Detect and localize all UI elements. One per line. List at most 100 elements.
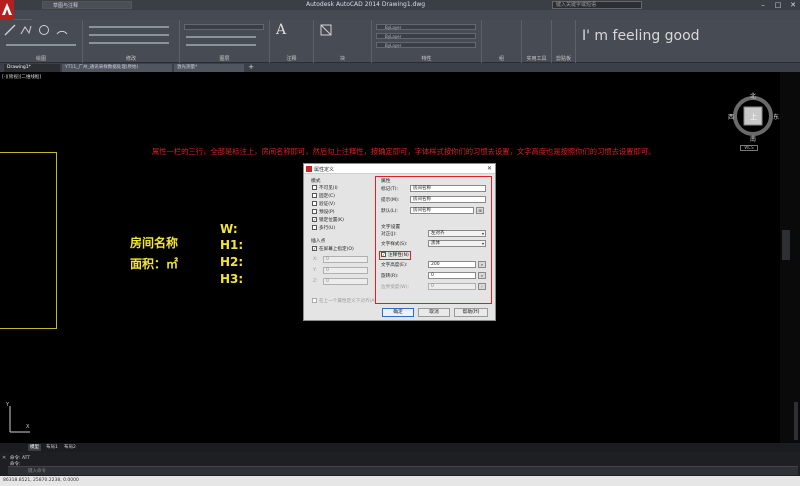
polyline-icon[interactable] — [20, 24, 32, 36]
modify-tools-row-1[interactable] — [89, 26, 169, 28]
room-name-text: 房间名称 — [130, 236, 179, 250]
dialog-titlebar[interactable]: 属性定义 ✕ — [304, 164, 495, 174]
viewcube-top[interactable]: 上 — [750, 112, 757, 122]
close-icon[interactable]: ✕ — [2, 455, 6, 461]
text-tool-icon[interactable]: A — [276, 22, 286, 38]
area-text: 面积：㎡ — [130, 257, 179, 271]
panel-clipboard: 剪贴板 — [552, 20, 576, 63]
document-tab-bar: Drawing1* YT11_广州_通讯采样数据处理(原始) 激光测量* + — [0, 63, 800, 72]
verify-checkbox[interactable] — [312, 201, 317, 206]
panel-layers: 图层 — [180, 20, 270, 63]
arc-icon[interactable] — [56, 24, 68, 36]
panel-groups: 组 — [482, 20, 522, 63]
insert-z-label: Z: — [313, 279, 318, 284]
panel-modify-label: 修改 — [125, 56, 136, 62]
viewcube-west[interactable]: 西 — [728, 112, 734, 121]
layer-tools-row-2[interactable] — [186, 44, 256, 46]
autocad-window: 草图与注释 Autodesk AutoCAD 2014 Drawing1.dwg… — [0, 0, 800, 486]
viewcube-north[interactable]: 北 — [750, 91, 756, 100]
ok-button[interactable]: 确定 — [382, 308, 414, 317]
layout-tab-model[interactable]: 模型 — [28, 444, 41, 451]
layout-tab-2[interactable]: 布局2 — [62, 444, 78, 451]
minimize-icon[interactable]: – — [756, 0, 770, 10]
layout-tab-1[interactable]: 布局1 — [44, 444, 60, 451]
viewcube-east[interactable]: 东 — [773, 112, 779, 121]
line-icon[interactable] — [4, 24, 16, 36]
panel-utilities: 实用工具 — [522, 20, 552, 63]
multiline-checkbox[interactable] — [312, 225, 317, 230]
doc-tab-drawing1[interactable]: Drawing1* — [4, 64, 60, 72]
layer-dropdown[interactable] — [184, 24, 264, 30]
command-input[interactable]: 键入命令 — [8, 466, 798, 475]
insert-y-field: 0 — [323, 267, 368, 274]
dialog-app-icon — [306, 166, 312, 172]
panel-layers-label: 图层 — [219, 56, 230, 62]
window-title: Autodesk AutoCAD 2014 Drawing1.dwg — [306, 1, 426, 8]
invisible-checkbox[interactable] — [312, 185, 317, 190]
viewport-label[interactable]: [-][俯视][二维线框] — [2, 74, 41, 80]
status-bar: 86318.8521, 25870.2238, 0.0000 — [0, 476, 800, 486]
viewcube-south[interactable]: 南 — [750, 134, 756, 143]
drawing-box-outline — [0, 152, 57, 329]
doc-tab-3[interactable]: 激光测量* — [174, 64, 244, 72]
vertical-scrollbar[interactable] — [780, 72, 800, 443]
layer-tools-row-1[interactable] — [186, 36, 256, 38]
ribbon-tab-bar: 默认插入注释布局参数化视图管理输出插件Autodesk 360精选应用 — [14, 10, 800, 29]
panel-utilities-label: 实用工具 — [526, 56, 547, 62]
command-window: ✕ 命令: ATT 命令: 键入命令 — [0, 452, 800, 476]
panel-properties: ByLayer ByLayer ByLayer 特性 — [372, 20, 482, 63]
dialog-close-icon[interactable]: ✕ — [487, 165, 492, 172]
panel-block-label: 块 — [339, 56, 345, 62]
title-bar: 草图与注释 Autodesk AutoCAD 2014 Drawing1.dwg… — [0, 0, 800, 10]
constant-checkbox[interactable] — [312, 193, 317, 198]
panel-annotation-label: 注释 — [286, 56, 297, 62]
constant-label: 固定(C) — [319, 194, 335, 199]
panel-properties-label: 特性 — [421, 56, 432, 62]
dialog-title: 属性定义 — [314, 167, 335, 173]
lineweight-dropdown[interactable]: ByLayer — [376, 42, 476, 48]
quick-access-toolbar[interactable] — [14, 1, 40, 9]
panel-clipboard-label: 剪贴板 — [555, 56, 571, 62]
align-below-previous-label: 在上一个属性定义下对齐(A) — [319, 299, 377, 304]
panel-modify: 修改 — [83, 20, 180, 63]
highlight-box-annotative — [379, 251, 411, 260]
w-text: W: — [220, 222, 238, 236]
highlight-box-attributes — [375, 176, 492, 304]
circle-icon[interactable] — [38, 24, 50, 36]
new-tab-icon[interactable]: + — [246, 64, 256, 72]
modify-tools-row-3[interactable] — [89, 42, 169, 44]
panel-groups-label: 组 — [498, 56, 504, 62]
navigation-bar[interactable] — [782, 230, 790, 260]
panel-draw-label: 绘图 — [35, 56, 46, 62]
lock-position-checkbox[interactable]: ✓ — [312, 217, 317, 222]
align-below-previous-checkbox — [312, 298, 317, 303]
color-dropdown[interactable]: ByLayer — [376, 24, 476, 30]
workspace-selector[interactable]: 草图与注释 — [42, 1, 132, 9]
doc-tab-2[interactable]: YT11_广州_通讯采样数据处理(原始) — [62, 64, 172, 72]
modify-tools-row-2[interactable] — [89, 34, 169, 36]
invisible-label: 不可见(I) — [319, 186, 338, 191]
specify-on-screen-label: 在屏幕上指定(O) — [319, 247, 354, 252]
search-input[interactable]: 键入关键字或短语 — [552, 1, 642, 9]
maximize-icon[interactable]: □ — [771, 0, 785, 10]
layout-tab-bar: 模型 布局1 布局2 — [0, 443, 800, 452]
panel-block: 块 — [314, 20, 372, 63]
preset-checkbox[interactable] — [312, 209, 317, 214]
insert-block-icon[interactable] — [320, 24, 332, 36]
viewcube[interactable]: 北 南 西 东 上 — [728, 91, 779, 143]
draw-tools-row — [6, 44, 76, 46]
h2-text: H2: — [220, 255, 244, 269]
autocad-logo-icon — [2, 3, 12, 15]
app-menu-button[interactable] — [0, 0, 14, 20]
h1-text: H1: — [220, 238, 244, 252]
command-input-placeholder: 键入命令 — [28, 469, 46, 474]
linetype-dropdown[interactable]: ByLayer — [376, 33, 476, 39]
insert-z-field: 0 — [323, 278, 368, 285]
wcs-button[interactable]: WCS — [740, 145, 758, 151]
specify-on-screen-checkbox[interactable]: ✓ — [312, 246, 317, 251]
scrollbar-thumb[interactable] — [794, 402, 798, 440]
close-icon[interactable]: ✕ — [786, 0, 800, 10]
cancel-button[interactable]: 取消 — [418, 308, 450, 317]
help-button[interactable]: 帮助(H) — [454, 308, 488, 317]
coordinate-readout: 86318.8521, 25870.2238, 0.0000 — [3, 478, 79, 483]
